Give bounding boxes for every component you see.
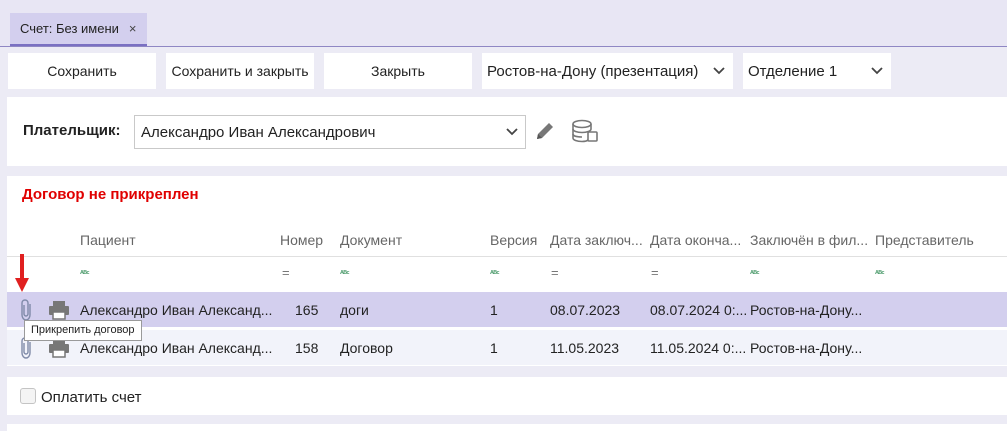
chevron-down-icon [871,67,883,75]
pay-invoice-checkbox[interactable] [20,388,36,404]
chevron-down-icon [506,128,518,136]
pencil-icon[interactable] [534,120,556,142]
chevron-down-icon [713,67,725,75]
column-header-version[interactable]: Версия [490,232,546,248]
text-filter-icon[interactable]: ᴬᴮᶜ [750,269,760,278]
table-row[interactable]: Александро Иван Александ... 165 доги 1 0… [7,292,1007,327]
column-header-branch[interactable]: Заключён в фил... [750,232,874,248]
payer-label: Плательщик: [23,122,121,139]
cell-patient: Александро Иван Александ... [80,340,273,356]
branch-select[interactable]: Ростов-на-Дону (презентация) [482,53,733,89]
tooltip-attach-contract: Прикрепить договор [24,320,142,341]
printer-icon[interactable] [48,300,70,320]
equals-filter-icon[interactable]: = [651,265,659,280]
save-and-close-button[interactable]: Сохранить и закрыть [166,53,314,89]
column-header-document[interactable]: Документ [340,232,480,248]
tab-title: Счет: Без имени [20,21,119,36]
text-filter-icon[interactable]: ᴬᴮᶜ [875,269,885,278]
text-filter-icon[interactable]: ᴬᴮᶜ [490,269,500,278]
contract-warning: Договор не прикреплен [22,186,199,203]
cell-number: 165 [295,302,319,318]
column-header-date-start[interactable]: Дата заключ... [550,232,648,248]
department-select[interactable]: Отделение 1 [743,53,891,89]
cell-branch: Ростов-на-Дону... [750,340,863,356]
bottom-panel [7,424,1007,431]
printer-icon[interactable] [48,338,70,358]
cell-number: 158 [295,340,319,356]
payer-select[interactable]: Александро Иван Александрович [134,115,526,149]
cell-document: Договор [340,340,393,356]
database-icon[interactable] [571,119,599,145]
filter-row: ᴬᴮᶜ = ᴬᴮᶜ ᴬᴮᶜ = = ᴬᴮᶜ ᴬᴮᶜ [7,256,1007,290]
department-select-value: Отделение 1 [748,62,838,80]
paperclip-icon[interactable] [20,298,34,322]
text-filter-icon[interactable]: ᴬᴮᶜ [80,269,90,278]
tab-close-icon[interactable]: × [129,21,137,36]
payment-panel: Оплатить счет [7,377,1007,415]
arrow-down-icon [15,254,29,292]
cell-patient: Александро Иван Александ... [80,302,273,318]
cell-branch: Ростов-на-Дону... [750,302,863,318]
pay-invoice-label[interactable]: Оплатить счет [41,389,142,406]
cell-version: 1 [490,302,498,318]
equals-filter-icon[interactable]: = [282,265,290,280]
column-header-date-end[interactable]: Дата оконча... [650,232,748,248]
payer-panel: Плательщик: Александро Иван Александрови… [7,97,1007,166]
cell-date-start: 11.05.2023 [550,340,620,356]
cell-date-start: 08.07.2023 [550,302,621,318]
text-filter-icon[interactable]: ᴬᴮᶜ [340,269,350,278]
contract-panel: Договор не прикреплен Пациент Номер Доку… [7,176,1007,366]
table-row[interactable]: Александро Иван Александ... 158 Договор … [7,330,1007,365]
save-button[interactable]: Сохранить [8,53,156,89]
column-header-number[interactable]: Номер [280,232,332,248]
close-button[interactable]: Закрыть [324,53,472,89]
column-header-patient[interactable]: Пациент [80,232,270,248]
branch-select-value: Ростов-на-Дону (презентация) [487,62,699,80]
cell-date-end: 11.05.2024 0:... [650,340,746,356]
cell-date-end: 08.07.2024 0:... [650,302,746,318]
cell-document: доги [340,302,369,318]
equals-filter-icon[interactable]: = [551,265,559,280]
tab-bar: Счет: Без имени × [0,0,1007,47]
column-header-representative[interactable]: Представитель [875,232,1007,248]
cell-version: 1 [490,340,498,356]
tab-invoice[interactable]: Счет: Без имени × [10,13,147,46]
payer-select-value: Александро Иван Александрович [141,123,376,141]
